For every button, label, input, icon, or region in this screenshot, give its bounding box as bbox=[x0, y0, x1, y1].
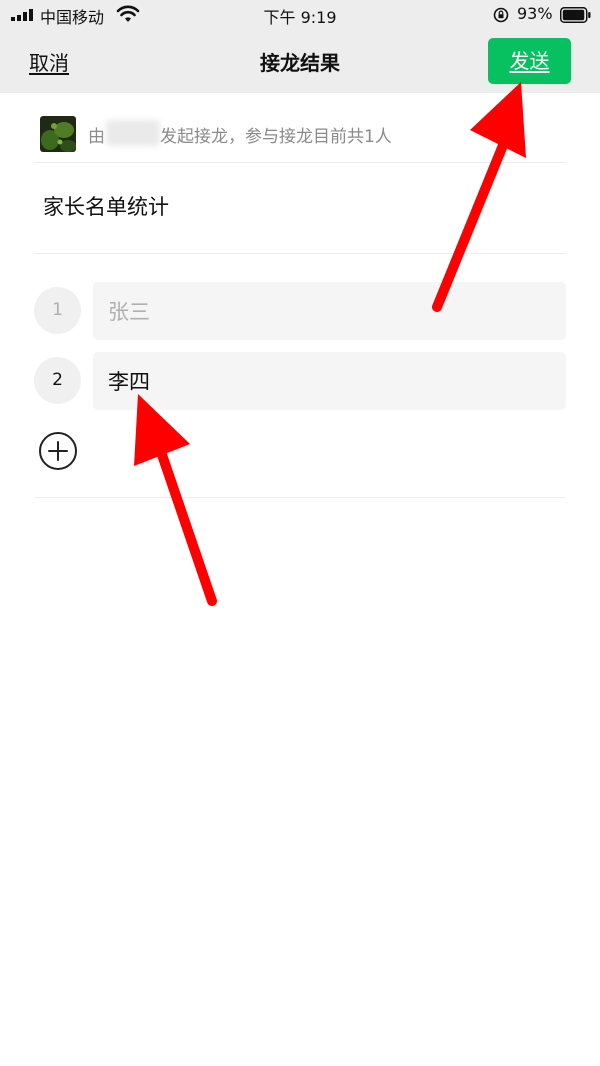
entry-number: 2 bbox=[34, 357, 81, 404]
send-button[interactable]: 发送 bbox=[488, 38, 571, 84]
initiator-prefix: 由 bbox=[88, 127, 105, 147]
list-title: 家长名单统计 bbox=[43, 195, 169, 219]
list-item: 2 李四 bbox=[34, 352, 566, 410]
entry-text: 李四 bbox=[108, 370, 150, 394]
divider bbox=[34, 497, 566, 498]
entry-number: 1 bbox=[34, 287, 81, 334]
list-item: 1 张三 bbox=[34, 282, 566, 340]
add-entry-button[interactable] bbox=[38, 431, 78, 471]
status-bar: 中国移动 下午 9:19 93% bbox=[0, 0, 600, 30]
entry-input[interactable]: 李四 bbox=[93, 352, 566, 410]
initiator-info: 由 发起接龙，参与接龙目前共1人 bbox=[40, 116, 570, 152]
annotation-arrows bbox=[134, 82, 526, 606]
divider bbox=[34, 253, 566, 254]
entry-input[interactable]: 张三 bbox=[93, 282, 566, 340]
divider bbox=[34, 162, 566, 163]
navigation-bar: 取消 接龙结果 发送 bbox=[0, 30, 600, 93]
battery-icon bbox=[560, 7, 591, 23]
orientation-lock-icon bbox=[493, 7, 509, 23]
avatar bbox=[40, 116, 76, 152]
battery-percentage: 93% bbox=[517, 4, 553, 23]
blurred-initiator-name bbox=[106, 120, 160, 146]
entry-placeholder-text: 张三 bbox=[108, 300, 150, 324]
initiator-summary: 发起接龙，参与接龙目前共1人 bbox=[160, 127, 392, 147]
status-time: 下午 9:19 bbox=[263, 8, 337, 27]
cancel-button[interactable]: 取消 bbox=[29, 47, 69, 76]
